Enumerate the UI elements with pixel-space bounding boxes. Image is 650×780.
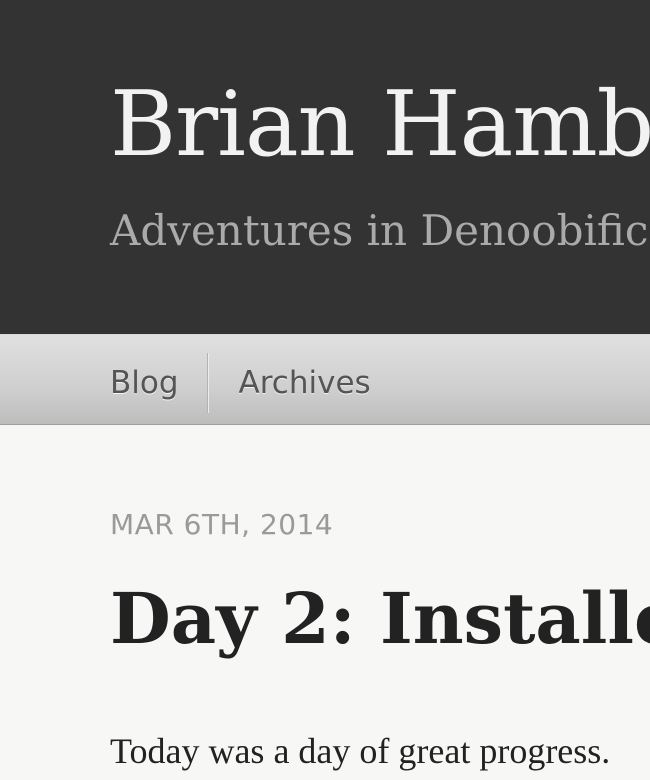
post-body-text: Today was a day of great progress. <box>110 731 611 771</box>
nav-item-blog[interactable]: Blog <box>110 357 207 409</box>
site-subtitle: Adventures in Denoobific <box>110 206 649 255</box>
site-title-link[interactable]: Brian Hamb <box>110 80 650 170</box>
post-date: MAR 6TH, 2014 <box>110 508 334 541</box>
post-title[interactable]: Day 2: Installe <box>110 584 650 654</box>
main-navigation: Blog Archives <box>0 334 650 425</box>
nav-item-archives[interactable]: Archives <box>209 357 371 409</box>
site-header: Brian Hamb Adventures in Denoobific <box>0 0 650 334</box>
nav-list: Blog Archives <box>110 353 371 413</box>
